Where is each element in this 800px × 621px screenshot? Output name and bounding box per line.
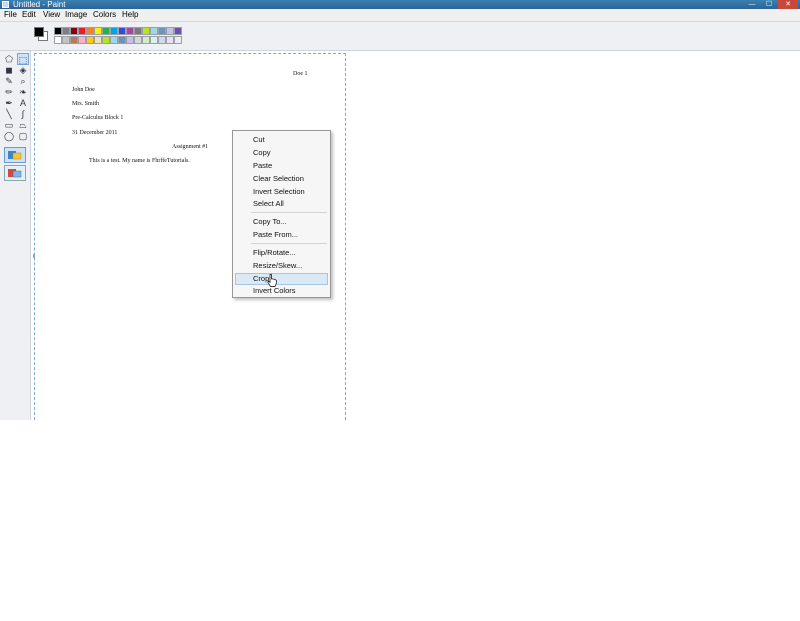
color-swatch[interactable] (70, 27, 78, 35)
doc-body-text: This is a test. My name is FhrffeTutoria… (89, 158, 190, 164)
menu-item-paste[interactable]: Paste (253, 161, 272, 171)
color-swatch[interactable] (54, 36, 62, 44)
color-swatch[interactable] (166, 36, 174, 44)
menu-edit[interactable]: Edit (22, 10, 36, 20)
color-swatch[interactable] (110, 27, 118, 35)
maximize-button[interactable]: ☐ (762, 0, 776, 9)
menu-item-flip-rotate[interactable]: Flip/Rotate... (253, 248, 296, 258)
doc-assignment-title: Assignment #1 (172, 144, 209, 150)
close-button[interactable]: ✕ (778, 0, 798, 9)
color-swatch[interactable] (134, 27, 142, 35)
context-menu-highlight (235, 273, 328, 285)
color-swatch[interactable] (126, 27, 134, 35)
color-swatch[interactable] (142, 27, 150, 35)
context-menu-separator (251, 243, 327, 244)
doc-student-name: John Doe (72, 87, 95, 93)
color-swatch[interactable] (166, 27, 174, 35)
menu-help[interactable]: Help (122, 10, 138, 20)
color-swatch[interactable] (62, 27, 70, 35)
color-swatch[interactable] (174, 27, 182, 35)
color-swatch[interactable] (150, 36, 158, 44)
menu-image[interactable]: Image (65, 10, 87, 20)
menu-colors[interactable]: Colors (93, 10, 116, 20)
tool-panel: ⬠ ⬚ ◼ ◈ ✎ ⌕ ✏ ❧ ✒ A ╲ ∫ ▭ ⏢ ◯ ▢ (0, 51, 31, 420)
color-swatch[interactable] (142, 36, 150, 44)
doc-date: 31 December 2011 (72, 130, 118, 136)
color-swatch[interactable] (134, 36, 142, 44)
menu-item-invert-colors[interactable]: Invert Colors (253, 286, 296, 296)
color-swatch[interactable] (102, 27, 110, 35)
doc-page-header: Doe 1 (293, 71, 308, 77)
color-swatch[interactable] (150, 27, 158, 35)
minimize-button[interactable]: — (744, 0, 760, 9)
menu-item-copy-to[interactable]: Copy To... (253, 217, 287, 227)
window-title: Untitled - Paint (13, 0, 66, 9)
menu-item-clear-selection[interactable]: Clear Selection (253, 174, 304, 184)
transparent-selection-on-icon[interactable] (4, 165, 26, 181)
paint-app-icon (2, 1, 9, 8)
menu-view[interactable]: View (43, 10, 60, 20)
color-swatch[interactable] (102, 36, 110, 44)
title-bar: Untitled - Paint — ☐ ✕ (0, 0, 800, 9)
foreground-color-box[interactable] (34, 27, 44, 37)
menu-item-cut[interactable]: Cut (253, 135, 265, 145)
menu-item-invert-selection[interactable]: Invert Selection (253, 187, 305, 197)
color-swatch[interactable] (86, 36, 94, 44)
color-swatch[interactable] (174, 36, 182, 44)
color-swatch[interactable] (158, 36, 166, 44)
context-menu-separator (251, 212, 327, 213)
menu-item-copy[interactable]: Copy (253, 148, 271, 158)
color-palette-bar (0, 22, 800, 51)
color-swatch[interactable] (78, 36, 86, 44)
color-swatch[interactable] (118, 36, 126, 44)
menu-item-paste-from[interactable]: Paste From... (253, 230, 298, 240)
menu-bar: File Edit View Image Colors Help (0, 9, 800, 22)
color-swatch[interactable] (110, 36, 118, 44)
transparent-selection-off-icon[interactable] (4, 147, 26, 163)
color-swatch[interactable] (94, 36, 102, 44)
color-swatch[interactable] (158, 27, 166, 35)
color-swatch[interactable] (94, 27, 102, 35)
color-swatch[interactable] (126, 36, 134, 44)
menu-file[interactable]: File (4, 10, 17, 20)
doc-class: Pre-Calculus Block 1 (72, 115, 124, 121)
color-swatch[interactable] (54, 27, 62, 35)
context-menu: Cut Copy Paste Clear Selection Invert Se… (232, 130, 331, 298)
rounded-rectangle-icon[interactable]: ▢ (17, 130, 29, 142)
doc-teacher: Mrs. Smith (72, 101, 100, 107)
color-swatch[interactable] (86, 27, 94, 35)
color-swatch[interactable] (62, 36, 70, 44)
menu-item-resize-skew[interactable]: Resize/Skew... (253, 261, 302, 271)
color-swatch[interactable] (118, 27, 126, 35)
menu-item-select-all[interactable]: Select All (253, 199, 284, 209)
ellipse-icon[interactable]: ◯ (3, 130, 15, 142)
color-swatch[interactable] (70, 36, 78, 44)
hand-cursor-icon (267, 274, 277, 287)
color-swatch[interactable] (78, 27, 86, 35)
